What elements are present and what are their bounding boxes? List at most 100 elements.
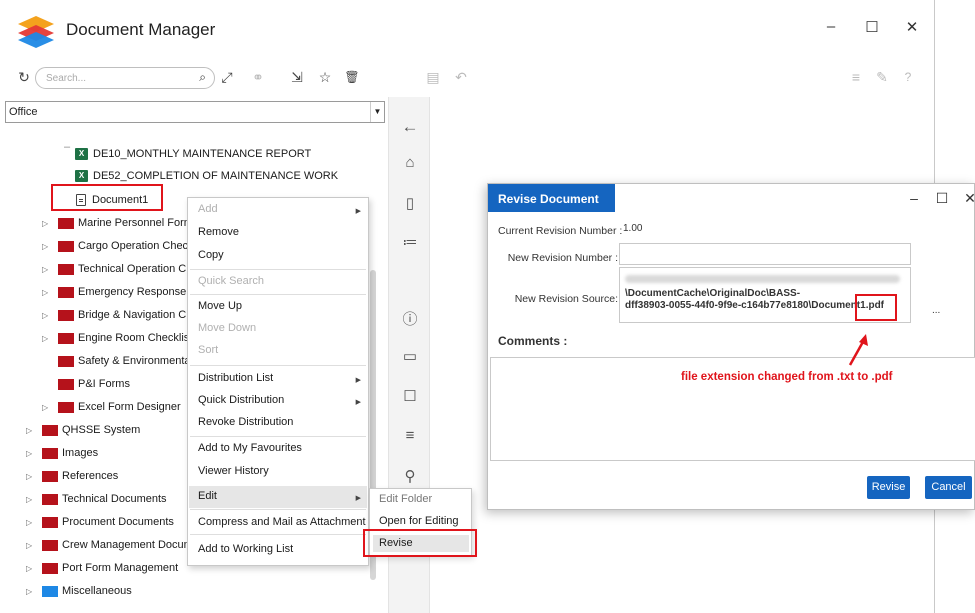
- menu-item-remove[interactable]: Remove: [198, 226, 239, 238]
- list-icon[interactable]: ≡: [389, 427, 431, 444]
- tree-folder[interactable]: ▷ Technical Documents: [26, 488, 167, 510]
- expand-icon[interactable]: ▷: [42, 265, 48, 274]
- expand-icon[interactable]: ▷: [42, 219, 48, 228]
- menu-item-revoke-distribution[interactable]: Revoke Distribution: [198, 416, 293, 428]
- page-icon[interactable]: ▯: [389, 194, 431, 212]
- menu-item-add-working-list[interactable]: Add to Working List: [198, 543, 293, 555]
- tree-folder[interactable]: ▷ Marine Personnel Form: [42, 212, 193, 234]
- expand-icon[interactable]: ▷: [42, 403, 48, 412]
- highlight-box-pdf: [855, 294, 897, 321]
- expand-icon[interactable]: ▷: [26, 564, 32, 573]
- tree-folder[interactable]: ▷ Emergency Response C: [42, 281, 197, 303]
- tree-folder[interactable]: ▷ Bridge & Navigation Che: [42, 304, 198, 326]
- dialog-close-button[interactable]: ✕: [960, 190, 975, 207]
- tree-item-label: Images: [62, 447, 99, 459]
- expand-icon[interactable]: ▷: [26, 472, 32, 481]
- context-menu: Add ▶ Remove Copy Quick Search Move Up M…: [187, 197, 369, 566]
- search-box[interactable]: ⌕: [35, 67, 215, 89]
- revise-button[interactable]: Revise: [867, 476, 910, 499]
- menu-item-add-favourites[interactable]: Add to My Favourites: [198, 442, 302, 454]
- expand-icon[interactable]: ▷: [26, 541, 32, 550]
- expand-icon[interactable]: ▷: [26, 449, 32, 458]
- save-icon[interactable]: ▤: [423, 67, 443, 87]
- tree-item[interactable]: X DE10_MONTHLY MAINTENANCE REPORT: [75, 143, 311, 165]
- tree-folder[interactable]: ▷ Technical Operation Ch: [42, 258, 192, 280]
- folder-icon: [58, 378, 74, 390]
- menu-item-open-editing[interactable]: Open for Editing: [379, 515, 459, 527]
- home-icon[interactable]: ⌂: [389, 154, 431, 171]
- comment-icon[interactable]: ☐: [389, 387, 431, 405]
- submenu-arrow-icon: ▶: [355, 208, 361, 215]
- dialog-maximize-button[interactable]: ☐: [932, 190, 952, 207]
- tree-item-label: P&I Forms: [78, 378, 130, 390]
- new-revision-input[interactable]: [619, 243, 911, 265]
- dialog-minimize-button[interactable]: –: [904, 190, 924, 206]
- menu-item-edit[interactable]: Edit: [198, 490, 217, 502]
- link-icon[interactable]: ⚭: [248, 67, 268, 87]
- tree-folder[interactable]: ▷ Procument Documents: [26, 511, 174, 533]
- help-icon[interactable]: ?: [898, 67, 918, 87]
- star-icon[interactable]: ☆: [315, 67, 335, 87]
- close-button[interactable]: ✕: [898, 18, 926, 42]
- search-input[interactable]: [46, 71, 186, 85]
- location-dropdown[interactable]: Office ▼: [5, 101, 385, 123]
- menu-item-add[interactable]: Add: [198, 203, 218, 215]
- tree-folder[interactable]: ▷ Engine Room Checklist: [42, 327, 192, 349]
- menu-item-edit-folder[interactable]: Edit Folder: [379, 493, 432, 505]
- expand-icon[interactable]: ▷: [26, 495, 32, 504]
- list-icon[interactable]: ≡: [846, 67, 866, 87]
- send-icon[interactable]: ⇲: [287, 67, 307, 87]
- expand-icon[interactable]: ▷: [42, 242, 48, 251]
- highlight-box-document: [51, 184, 163, 211]
- tree-folder[interactable]: ▷ Port Form Management: [26, 557, 178, 579]
- tree-folder[interactable]: ▷ Miscellaneous: [26, 580, 132, 602]
- app-title: Document Manager: [66, 20, 216, 39]
- menu-item-move-down[interactable]: Move Down: [198, 322, 256, 334]
- tree-folder[interactable]: ▷ References: [26, 465, 118, 487]
- delete-icon[interactable]: 🗑: [342, 67, 362, 87]
- submenu-arrow-icon: ▶: [355, 377, 361, 384]
- expand-icon[interactable]: ▷: [26, 587, 32, 596]
- search-icon[interactable]: ⚲: [389, 467, 431, 485]
- folder-icon: [42, 539, 58, 551]
- folder-icon: [58, 240, 74, 252]
- menu-item-quick-distribution[interactable]: Quick Distribution: [198, 394, 284, 406]
- tools-icon[interactable]: ✎: [872, 67, 892, 87]
- expand-icon[interactable]: ⤢: [217, 67, 237, 87]
- archive-icon[interactable]: ▭: [389, 347, 431, 365]
- tree-item-label: Engine Room Checklist: [78, 332, 193, 344]
- menu-item-quick-search[interactable]: Quick Search: [198, 275, 264, 287]
- dialog-header: Revise Document: [488, 184, 615, 212]
- menu-item-sort[interactable]: Sort: [198, 344, 218, 356]
- tree-folder[interactable]: P&I Forms: [58, 373, 130, 395]
- menu-item-copy[interactable]: Copy: [198, 249, 224, 261]
- undo-icon[interactable]: ↶: [451, 67, 471, 87]
- tree-folder[interactable]: Safety & Environmental: [58, 350, 193, 372]
- folder-icon: [58, 401, 74, 413]
- menu-item-distribution-list[interactable]: Distribution List: [198, 372, 273, 384]
- tree-folder[interactable]: ▷ Images: [26, 442, 98, 464]
- menu-item-compress-mail[interactable]: Compress and Mail as Attachment: [198, 516, 366, 528]
- browse-button[interactable]: ...: [932, 305, 940, 316]
- tree-folder[interactable]: ▷ Excel Form Designer: [42, 396, 181, 418]
- cancel-button[interactable]: Cancel: [925, 476, 972, 499]
- expand-icon[interactable]: ▷: [42, 334, 48, 343]
- expand-icon[interactable]: ▷: [42, 311, 48, 320]
- menu-item-viewer-history[interactable]: Viewer History: [198, 465, 269, 477]
- minimize-button[interactable]: –: [817, 18, 845, 42]
- maximize-button[interactable]: ☐: [858, 18, 886, 42]
- expand-icon[interactable]: ▷: [42, 288, 48, 297]
- tree-folder[interactable]: ▷ Crew Management Docume: [26, 534, 199, 556]
- search-icon[interactable]: ⌕: [199, 70, 206, 85]
- expand-icon[interactable]: ▷: [26, 426, 32, 435]
- expand-icon[interactable]: ▷: [26, 518, 32, 527]
- folder-icon: [42, 516, 58, 528]
- menu-item-move-up[interactable]: Move Up: [198, 300, 242, 312]
- info-icon[interactable]: ⓘ: [389, 308, 431, 329]
- tree-folder[interactable]: ▷ QHSSE System: [26, 419, 140, 441]
- tree-folder[interactable]: ▷ Cargo Operation Check: [42, 235, 194, 257]
- chevron-down-icon[interactable]: ▼: [370, 102, 384, 122]
- back-arrow-icon[interactable]: ←: [389, 117, 431, 137]
- checklist-icon[interactable]: ≔: [389, 233, 431, 251]
- refresh-icon[interactable]: ↻: [14, 67, 34, 87]
